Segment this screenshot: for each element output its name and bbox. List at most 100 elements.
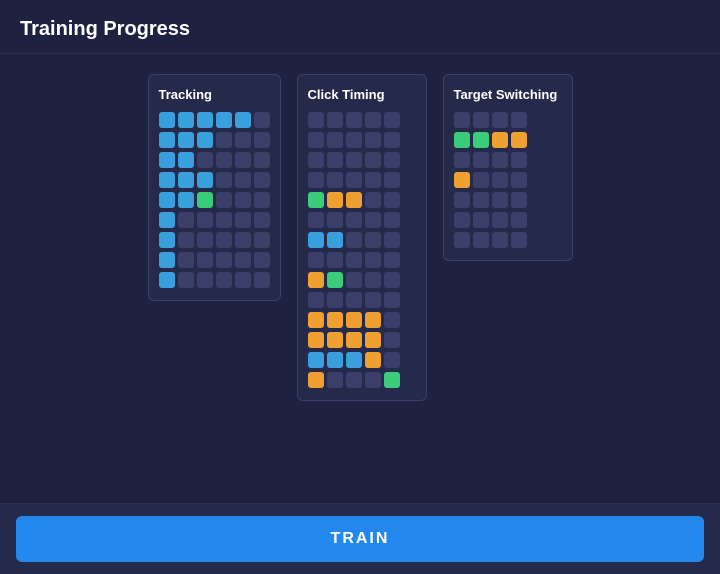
cell-blue	[197, 132, 213, 148]
cell-orange	[327, 332, 343, 348]
cell-empty	[454, 212, 470, 228]
grid-target-switching	[454, 112, 562, 248]
cell-green	[327, 272, 343, 288]
cell-empty	[327, 172, 343, 188]
grid-row	[308, 212, 416, 228]
cell-blue	[346, 352, 362, 368]
train-button[interactable]: TRAIN	[16, 516, 704, 562]
cell-blue	[178, 152, 194, 168]
cell-empty	[308, 212, 324, 228]
cell-orange	[308, 332, 324, 348]
grid-row	[159, 272, 270, 288]
cell-empty	[216, 172, 232, 188]
cell-empty	[327, 212, 343, 228]
cell-empty	[178, 232, 194, 248]
cell-empty	[178, 272, 194, 288]
cell-empty	[178, 212, 194, 228]
cell-empty	[235, 212, 251, 228]
cell-empty	[384, 152, 400, 168]
cell-orange	[308, 372, 324, 388]
cell-empty	[197, 152, 213, 168]
grid-row	[308, 272, 416, 288]
cell-empty	[473, 172, 489, 188]
cell-empty	[492, 172, 508, 188]
panel-click-timing: Click Timing	[297, 74, 427, 401]
cell-green	[384, 372, 400, 388]
cell-empty	[216, 152, 232, 168]
cell-empty	[454, 152, 470, 168]
cell-empty	[327, 152, 343, 168]
cell-empty	[346, 372, 362, 388]
cell-empty	[327, 112, 343, 128]
cell-empty	[492, 212, 508, 228]
grid-row	[308, 132, 416, 148]
panel-target-switching: Target Switching	[443, 74, 573, 261]
cell-green	[473, 132, 489, 148]
cell-empty	[473, 232, 489, 248]
grid-row	[159, 152, 270, 168]
cell-empty	[346, 112, 362, 128]
cell-empty	[384, 352, 400, 368]
cell-orange	[511, 132, 527, 148]
cell-blue	[197, 112, 213, 128]
grid-row	[454, 152, 562, 168]
cell-empty	[384, 252, 400, 268]
cell-empty	[216, 272, 232, 288]
cell-empty	[511, 152, 527, 168]
cell-empty	[384, 332, 400, 348]
cell-blue	[159, 132, 175, 148]
grid-row	[308, 292, 416, 308]
cell-empty	[254, 192, 270, 208]
cell-orange	[327, 192, 343, 208]
cell-empty	[365, 372, 381, 388]
grid-row	[308, 152, 416, 168]
cell-empty	[346, 172, 362, 188]
cell-empty	[235, 192, 251, 208]
cell-orange	[346, 332, 362, 348]
cell-blue	[308, 352, 324, 368]
cell-blue	[159, 192, 175, 208]
cell-empty	[384, 112, 400, 128]
panel-tracking: Tracking	[148, 74, 281, 301]
cell-blue	[159, 232, 175, 248]
cell-blue	[327, 232, 343, 248]
cell-empty	[327, 132, 343, 148]
cell-blue	[159, 272, 175, 288]
grid-row	[159, 172, 270, 188]
cell-empty	[327, 292, 343, 308]
grid-row	[454, 132, 562, 148]
cell-empty	[492, 232, 508, 248]
cell-empty	[384, 312, 400, 328]
cell-empty	[492, 192, 508, 208]
cell-empty	[365, 292, 381, 308]
cell-empty	[492, 152, 508, 168]
cell-empty	[216, 232, 232, 248]
cell-empty	[365, 172, 381, 188]
cell-empty	[254, 112, 270, 128]
cell-blue	[178, 112, 194, 128]
grid-row	[159, 112, 270, 128]
grid-row	[454, 232, 562, 248]
cell-blue	[178, 192, 194, 208]
cell-empty	[365, 152, 381, 168]
cell-empty	[384, 192, 400, 208]
cell-green	[197, 192, 213, 208]
cell-empty	[454, 192, 470, 208]
cell-orange	[327, 312, 343, 328]
grid-row	[308, 192, 416, 208]
cell-empty	[197, 212, 213, 228]
cell-empty	[346, 152, 362, 168]
cell-empty	[473, 212, 489, 228]
cell-empty	[511, 212, 527, 228]
cell-empty	[235, 252, 251, 268]
cell-empty	[384, 292, 400, 308]
cell-empty	[216, 192, 232, 208]
cell-empty	[235, 132, 251, 148]
grid-row	[308, 332, 416, 348]
grid-tracking	[159, 112, 270, 288]
grid-row	[454, 172, 562, 188]
cell-empty	[254, 132, 270, 148]
cell-empty	[511, 112, 527, 128]
cell-orange	[308, 312, 324, 328]
cell-empty	[346, 132, 362, 148]
